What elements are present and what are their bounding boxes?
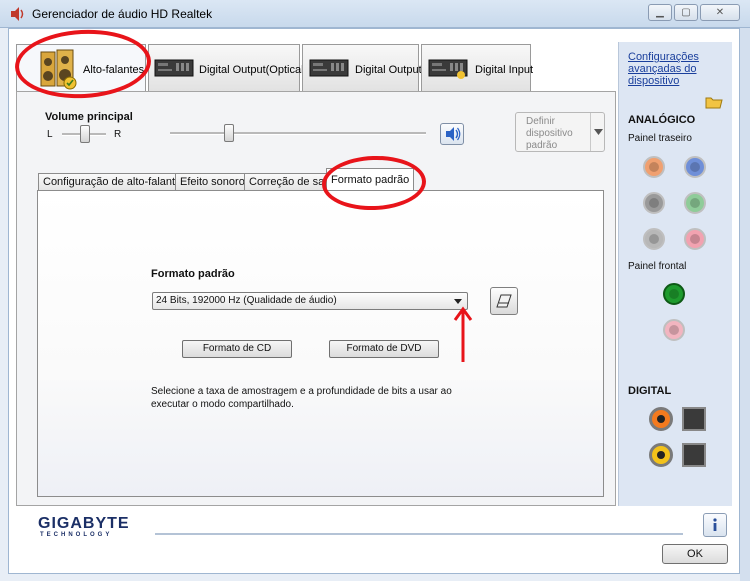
window-right-edge: [740, 28, 750, 581]
rear-panel-label: Painel traseiro: [628, 133, 692, 144]
gigabyte-logo-sub: TECHNOLOGY: [40, 532, 113, 538]
set-default-device-button[interactable]: Definir dispositivo padrão: [515, 112, 605, 152]
minimize-button[interactable]: ▁: [648, 4, 672, 21]
default-format-heading: Formato padrão: [151, 268, 235, 280]
chevron-down-icon: [594, 129, 603, 135]
speaker-icon: [11, 7, 24, 21]
tab-digital-output-label: Digital Output: [355, 64, 422, 76]
speaker-icon: [446, 127, 461, 141]
tab-digital-output-optical-label: Digital Output(Optical): [199, 64, 308, 76]
tab-digital-output-optical[interactable]: Digital Output(Optical): [148, 44, 307, 91]
balance-left-label: L: [47, 129, 53, 140]
info-button[interactable]: [703, 513, 727, 537]
reset-format-button[interactable]: [490, 287, 518, 315]
format-select[interactable]: 24 Bits, 192000 Hz (Qualidade de áudio): [152, 292, 468, 310]
format-description: Selecione a taxa de amostragem e a profu…: [151, 386, 452, 410]
tab-digital-output[interactable]: Digital Output: [302, 44, 422, 91]
tab-sound-effects[interactable]: Efeito sonoro: [175, 173, 250, 191]
volume-label: Volume principal: [45, 111, 133, 123]
window-title: Gerenciador de áudio HD Realtek: [32, 7, 213, 21]
format-select-value: 24 Bits, 192000 Hz (Qualidade de áudio): [156, 295, 337, 306]
tab-speaker-configuration[interactable]: Configuração de alto-falante: [38, 173, 187, 191]
dvd-format-button[interactable]: Formato de DVD: [329, 340, 439, 358]
folder-icon[interactable]: [705, 95, 723, 109]
rear-jack-green[interactable]: [684, 192, 706, 214]
close-button[interactable]: ✕: [700, 4, 740, 21]
ok-button[interactable]: OK: [662, 544, 728, 564]
set-default-device-label: Definir dispositivo padrão: [526, 116, 573, 151]
optical-port-icon[interactable]: [682, 407, 706, 431]
side-panel: [618, 42, 732, 506]
front-jack-green[interactable]: [663, 283, 685, 305]
digital-rca-yellow[interactable]: [649, 443, 673, 467]
tab-digital-input-label: Digital Input: [475, 64, 534, 76]
dropdown-arrow-area[interactable]: [590, 113, 605, 151]
rear-jack-silver[interactable]: [643, 228, 665, 250]
eraser-icon: [496, 294, 512, 308]
hardware-device-icon: [309, 59, 349, 77]
hardware-device-icon: [154, 59, 194, 77]
rear-jack-orange[interactable]: [643, 156, 665, 178]
balance-right-label: R: [114, 129, 122, 140]
close-icon: ✕: [715, 7, 725, 18]
mute-button[interactable]: [440, 123, 464, 145]
digital-heading: DIGITAL: [628, 385, 672, 397]
volume-slider[interactable]: [224, 124, 234, 142]
rear-jack-gray[interactable]: [643, 192, 665, 214]
default-format-panel: [37, 190, 604, 497]
hardware-device-icon: [428, 59, 468, 79]
annotation-arrow-icon: [453, 306, 473, 362]
optical-port-icon[interactable]: [682, 443, 706, 467]
tab-digital-input[interactable]: Digital Input: [421, 44, 534, 91]
maximize-icon: ▢: [681, 7, 691, 18]
minimize-icon: ▁: [656, 7, 664, 18]
advanced-settings-link[interactable]: Configurações avançadas do dispositivo: [628, 51, 728, 87]
front-panel-label: Painel frontal: [628, 261, 687, 272]
digital-rca-orange[interactable]: [649, 407, 673, 431]
gigabyte-logo: GIGABYTE: [38, 515, 130, 532]
cd-format-button[interactable]: Formato de CD: [182, 340, 292, 358]
chevron-down-icon: [454, 299, 462, 304]
rear-jack-blue[interactable]: [684, 156, 706, 178]
analog-heading: ANALÓGICO: [628, 114, 696, 126]
front-jack-pink[interactable]: [663, 319, 685, 341]
balance-slider[interactable]: [80, 125, 90, 143]
maximize-button[interactable]: ▢: [674, 4, 698, 21]
volume-track: [170, 132, 426, 135]
rear-jack-pink[interactable]: [684, 228, 706, 250]
info-icon: [713, 518, 717, 531]
divider: [155, 533, 683, 535]
